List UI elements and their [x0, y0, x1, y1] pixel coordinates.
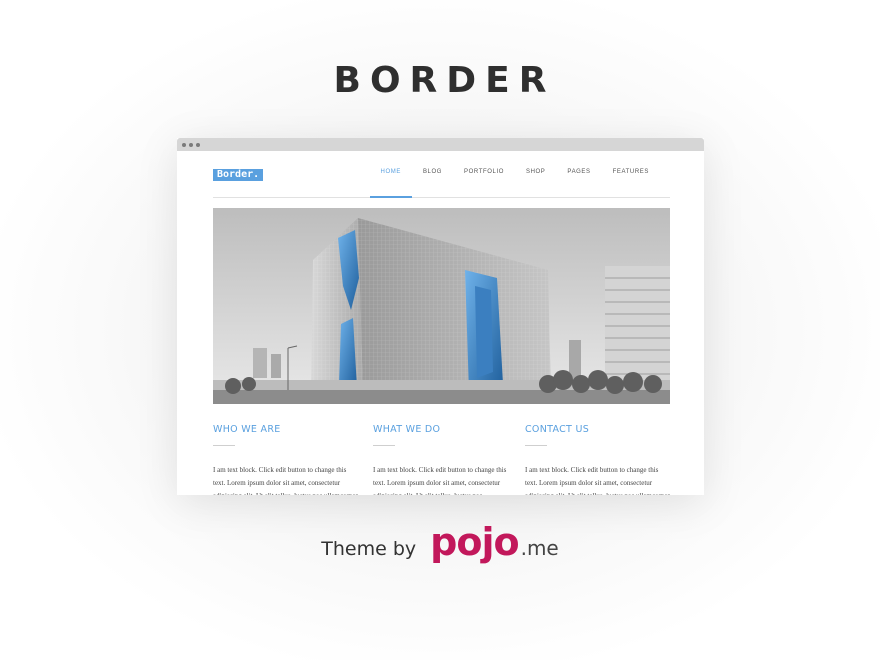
window-dot-icon: [196, 142, 200, 147]
column-title: CONTACT US: [525, 424, 590, 435]
main-nav: HOME BLOG PORTFOLIO SHOP PAGES FEATURES: [369, 151, 660, 198]
site-header: Border. HOME BLOG PORTFOLIO SHOP PAGES F…: [213, 151, 670, 198]
window-dot-icon: [189, 142, 193, 147]
site-logo[interactable]: Border.: [213, 169, 264, 181]
divider: [213, 445, 235, 446]
column-text: I am text block. Click edit button to ch…: [373, 466, 507, 495]
nav-blog[interactable]: BLOG: [412, 151, 453, 197]
browser-window: Border. HOME BLOG PORTFOLIO SHOP PAGES F…: [177, 138, 704, 495]
column-title: WHAT WE DO: [373, 424, 441, 435]
hero-image: [213, 208, 670, 404]
column-what-we-do: WHAT WE DO I am text block. Click edit b…: [373, 424, 518, 495]
nav-home[interactable]: HOME: [369, 151, 413, 198]
building-illustration-icon: [213, 208, 670, 404]
theme-title: BORDER: [333, 60, 556, 101]
divider: [373, 445, 395, 446]
column-contact-us: CONTACT US I am text block. Click edit b…: [525, 424, 670, 495]
column-who-we-are: WHO WE ARE I am text block. Click edit b…: [213, 424, 358, 495]
column-text: I am text block. Click edit button to ch…: [213, 466, 358, 495]
pojo-logo[interactable]: pojo: [430, 520, 519, 564]
column-text: I am text block. Click edit button to ch…: [525, 466, 670, 495]
nav-portfolio[interactable]: PORTFOLIO: [453, 151, 515, 197]
column-title: WHO WE ARE: [213, 424, 281, 435]
nav-features[interactable]: FEATURES: [602, 151, 660, 197]
byline-text: Theme by: [321, 538, 417, 560]
divider: [525, 445, 547, 446]
nav-shop[interactable]: SHOP: [515, 151, 556, 197]
pojo-logo-suffix[interactable]: .me: [521, 536, 559, 560]
nav-pages[interactable]: PAGES: [556, 151, 601, 197]
browser-titlebar: [177, 138, 704, 151]
theme-byline: Theme by pojo .me: [0, 520, 880, 564]
window-dot-icon: [182, 142, 186, 147]
